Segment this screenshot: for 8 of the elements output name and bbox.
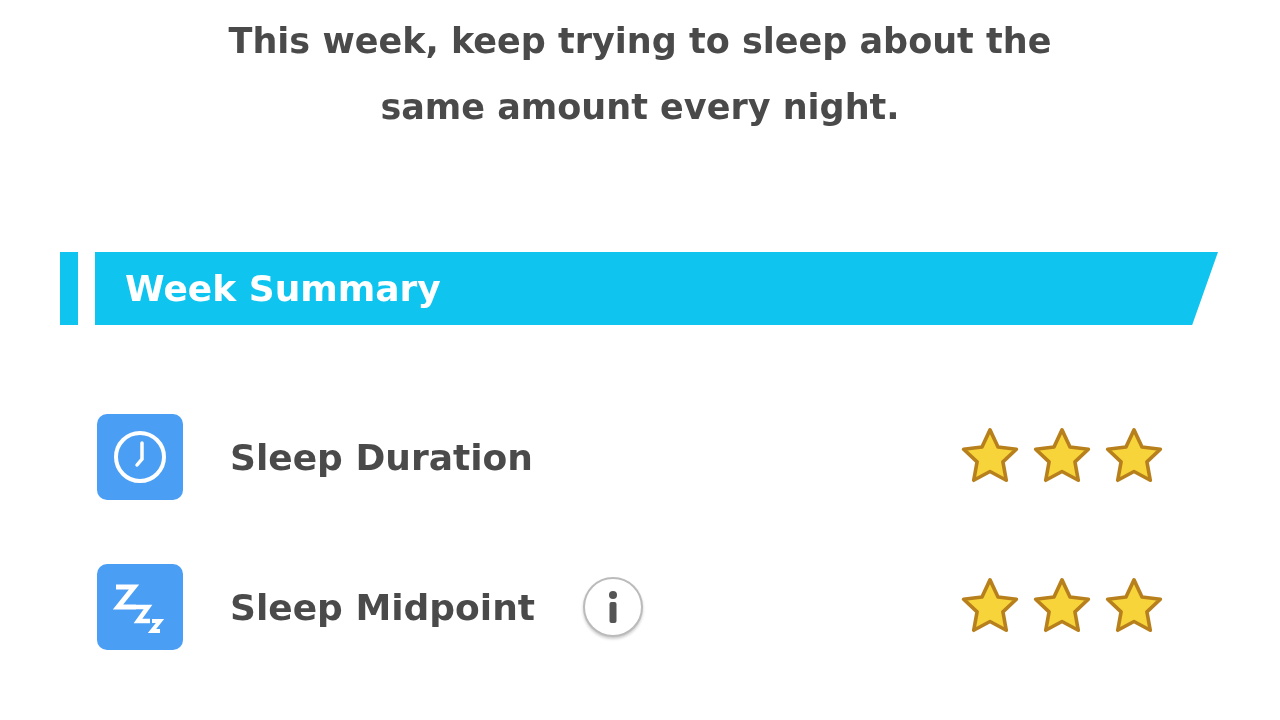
info-icon xyxy=(606,590,620,624)
metric-label: Sleep Midpoint xyxy=(230,586,535,628)
advice-text: This week, keep trying to sleep about the same amount every night. xyxy=(227,20,1053,129)
section-title: Week Summary xyxy=(125,268,441,309)
info-button[interactable] xyxy=(583,577,643,637)
sleep-icon xyxy=(97,564,183,650)
metric-label: Sleep Duration xyxy=(230,436,533,478)
clock-icon xyxy=(97,414,183,500)
